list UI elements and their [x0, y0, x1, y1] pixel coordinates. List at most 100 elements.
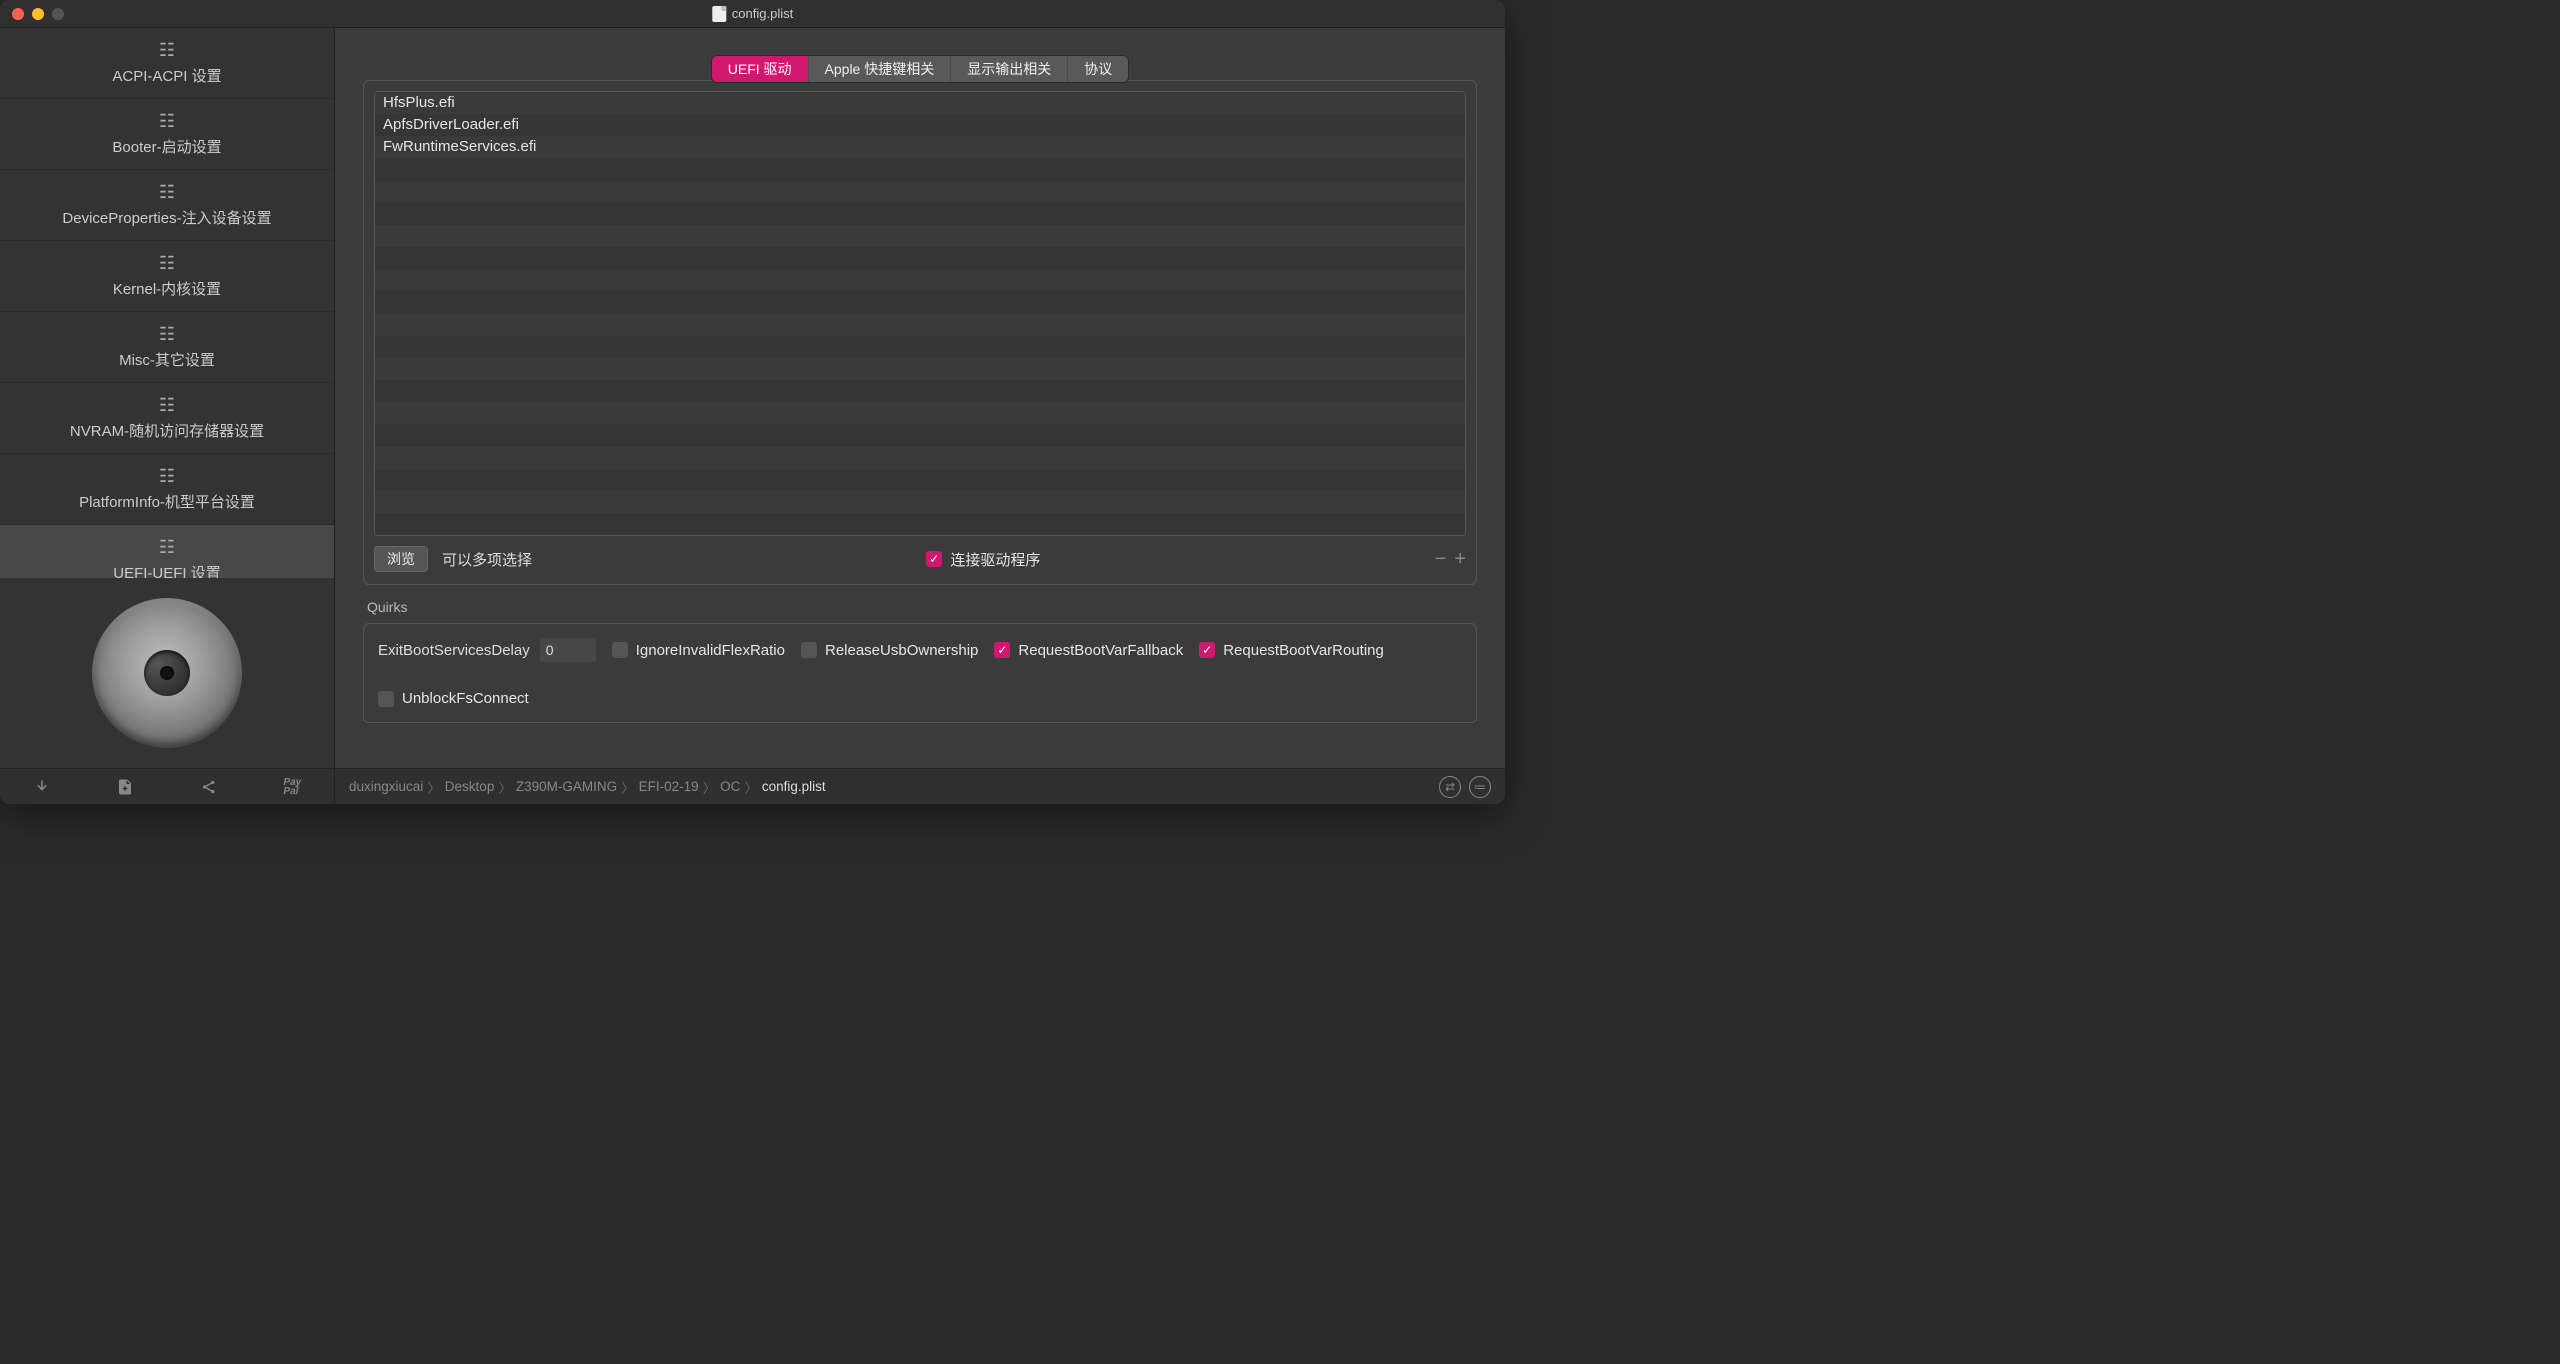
tab-2[interactable]: 显示输出相关	[951, 56, 1068, 82]
list-item	[375, 491, 1465, 513]
window-controls	[0, 8, 64, 20]
sidebar-item-label: ACPI-ACPI 设置	[112, 65, 221, 86]
quirk-UnblockFsConnect: UnblockFsConnect	[378, 690, 529, 707]
list-item[interactable]: ApfsDriverLoader.efi	[375, 114, 1465, 136]
quirk-ReleaseUsbOwnership: ReleaseUsbOwnership	[801, 642, 978, 659]
document-icon	[712, 6, 726, 22]
quirk-label: RequestBootVarRouting	[1223, 642, 1384, 659]
list-item	[375, 336, 1465, 358]
sidebar-item-5[interactable]: ☷ NVRAM-随机访问存储器设置	[0, 383, 334, 454]
sidebar-item-label: NVRAM-随机访问存储器设置	[70, 420, 264, 441]
add-remove-controls: − +	[1435, 549, 1466, 569]
paypal-icon[interactable]: PayPal	[283, 778, 301, 796]
sidebar-item-6[interactable]: ☷ PlatformInfo-机型平台设置	[0, 454, 334, 525]
list-item	[375, 447, 1465, 469]
list-icon: ☷	[159, 254, 175, 272]
sidebar-item-4[interactable]: ☷ Misc-其它设置	[0, 312, 334, 383]
quirk-checkbox[interactable]: ✓	[994, 642, 1010, 658]
list-item	[375, 181, 1465, 203]
list-item	[375, 380, 1465, 402]
quirk-label: ReleaseUsbOwnership	[825, 642, 978, 659]
minimize-window-button[interactable]	[32, 8, 44, 20]
add-row-button[interactable]: +	[1454, 549, 1466, 569]
exit-boot-delay-label: ExitBootServicesDelay	[378, 642, 530, 659]
breadcrumb-segment[interactable]: Desktop	[445, 779, 495, 794]
save-icon[interactable]	[116, 778, 134, 796]
statusbar-right: ⇄ ≔	[1439, 776, 1505, 798]
breadcrumb-segment[interactable]: duxingxiucai	[349, 779, 423, 794]
tab-3[interactable]: 协议	[1068, 56, 1128, 82]
titlebar: config.plist	[0, 0, 1505, 28]
list-icon: ☷	[159, 112, 175, 130]
list-item	[375, 158, 1465, 180]
quirk-label: RequestBootVarFallback	[1018, 642, 1183, 659]
statusbar-left: PayPal	[0, 769, 335, 804]
list-item	[375, 424, 1465, 446]
sidebar-item-label: Misc-其它设置	[119, 349, 215, 370]
zoom-window-button[interactable]	[52, 8, 64, 20]
sidebar-item-label: UEFI-UEFI 设置	[113, 562, 221, 579]
list-icon: ☷	[159, 41, 175, 59]
list-item[interactable]: HfsPlus.efi	[375, 92, 1465, 114]
tab-0[interactable]: UEFI 驱动	[712, 56, 809, 82]
statusbar: PayPal duxingxiucai〉Desktop〉Z390M-GAMING…	[0, 768, 1505, 804]
list-item	[375, 402, 1465, 424]
breadcrumb-segment[interactable]: Z390M-GAMING	[516, 779, 617, 794]
menu-icon[interactable]: ≔	[1469, 776, 1491, 798]
list-icon: ☷	[159, 538, 175, 556]
chevron-right-icon: 〉	[621, 777, 635, 797]
drivers-list[interactable]: HfsPlus.efiApfsDriverLoader.efiFwRuntime…	[374, 91, 1466, 536]
export-icon[interactable]	[33, 778, 51, 796]
sidebar-item-0[interactable]: ☷ ACPI-ACPI 设置	[0, 28, 334, 99]
list-icon: ☷	[159, 325, 175, 343]
list-icon: ☷	[159, 467, 175, 485]
quirk-checkbox[interactable]	[801, 642, 817, 658]
exit-boot-delay-input[interactable]	[540, 638, 596, 662]
list-icon: ☷	[159, 183, 175, 201]
drivers-panel: HfsPlus.efiApfsDriverLoader.efiFwRuntime…	[363, 80, 1477, 585]
segmented-tabs: UEFI 驱动Apple 快捷键相关显示输出相关协议	[712, 56, 1128, 82]
quirk-IgnoreInvalidFlexRatio: IgnoreInvalidFlexRatio	[612, 642, 785, 659]
breadcrumb-segment[interactable]: OC	[720, 779, 740, 794]
sidebar-item-2[interactable]: ☷DeviceProperties-注入设备设置	[0, 170, 334, 241]
list-item	[375, 225, 1465, 247]
list-item	[375, 269, 1465, 291]
breadcrumb-segment[interactable]: config.plist	[762, 779, 826, 794]
breadcrumb-segment[interactable]: EFI-02-19	[639, 779, 699, 794]
quirk-checkbox[interactable]: ✓	[1199, 642, 1215, 658]
quirk-checkbox[interactable]	[378, 691, 394, 707]
chevron-right-icon: 〉	[498, 777, 512, 797]
quirk-label: UnblockFsConnect	[402, 690, 529, 707]
sidebar: ☷ ACPI-ACPI 设置 ☷Booter-启动设置☷DeviceProperti…	[0, 28, 335, 768]
sync-icon[interactable]: ⇄	[1439, 776, 1461, 798]
sidebar-list: ☷ ACPI-ACPI 设置 ☷Booter-启动设置☷DeviceProperti…	[0, 28, 334, 578]
tabs-row: UEFI 驱动Apple 快捷键相关显示输出相关协议	[363, 56, 1477, 82]
quirk-RequestBootVarFallback: ✓ RequestBootVarFallback	[994, 642, 1183, 659]
sidebar-item-3[interactable]: ☷Kernel-内核设置	[0, 241, 334, 312]
multi-select-hint: 可以多项选择	[442, 549, 532, 570]
app-window: config.plist ☷ACPI-ACPI 设置☷Booter-启动设置☷D…	[0, 0, 1505, 804]
exit-boot-delay-field: ExitBootServicesDelay	[378, 638, 596, 662]
quirks-panel: ExitBootServicesDelay IgnoreInvalidFlexR…	[363, 623, 1477, 723]
sidebar-item-7[interactable]: ☷ UEFI-UEFI 设置	[0, 525, 334, 578]
browse-button[interactable]: 浏览	[374, 546, 428, 572]
quirk-checkbox[interactable]	[612, 642, 628, 658]
sidebar-item-1[interactable]: ☷Booter-启动设置	[0, 99, 334, 170]
list-item	[375, 513, 1465, 535]
list-item[interactable]: FwRuntimeServices.efi	[375, 136, 1465, 158]
remove-row-button[interactable]: −	[1435, 549, 1447, 569]
connect-drivers-checkbox[interactable]: ✓	[926, 551, 942, 567]
list-icon: ☷	[159, 396, 175, 414]
list-item	[375, 358, 1465, 380]
list-item	[375, 247, 1465, 269]
list-item	[375, 469, 1465, 491]
close-window-button[interactable]	[12, 8, 24, 20]
list-item	[375, 203, 1465, 225]
share-icon[interactable]	[200, 778, 218, 796]
tab-1[interactable]: Apple 快捷键相关	[809, 56, 952, 82]
jog-wheel-area	[0, 578, 334, 768]
jog-wheel[interactable]	[92, 598, 242, 748]
quirks-section-title: Quirks	[367, 599, 1477, 615]
main-area: UEFI 驱动Apple 快捷键相关显示输出相关协议 HfsPlus.efiAp…	[335, 28, 1505, 768]
sidebar-item-label: PlatformInfo-机型平台设置	[79, 491, 255, 512]
